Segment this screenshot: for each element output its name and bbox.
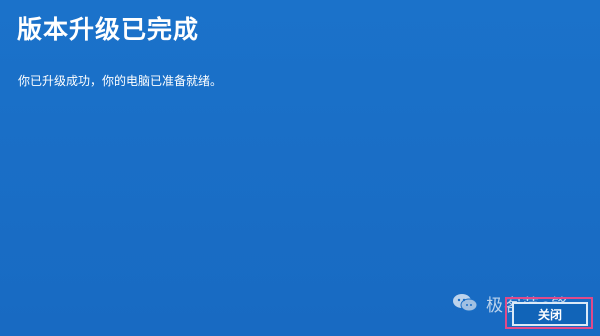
page-title: 版本升级已完成 xyxy=(17,15,200,44)
status-message: 你已升级成功，你的电脑已准备就绪。 xyxy=(18,74,223,88)
wechat-icon xyxy=(453,294,478,312)
close-button[interactable]: 关闭 xyxy=(512,302,588,326)
upgrade-complete-screen: 版本升级已完成 你已升级成功，你的电脑已准备就绪。 极客范e锋 关闭 xyxy=(0,0,600,336)
